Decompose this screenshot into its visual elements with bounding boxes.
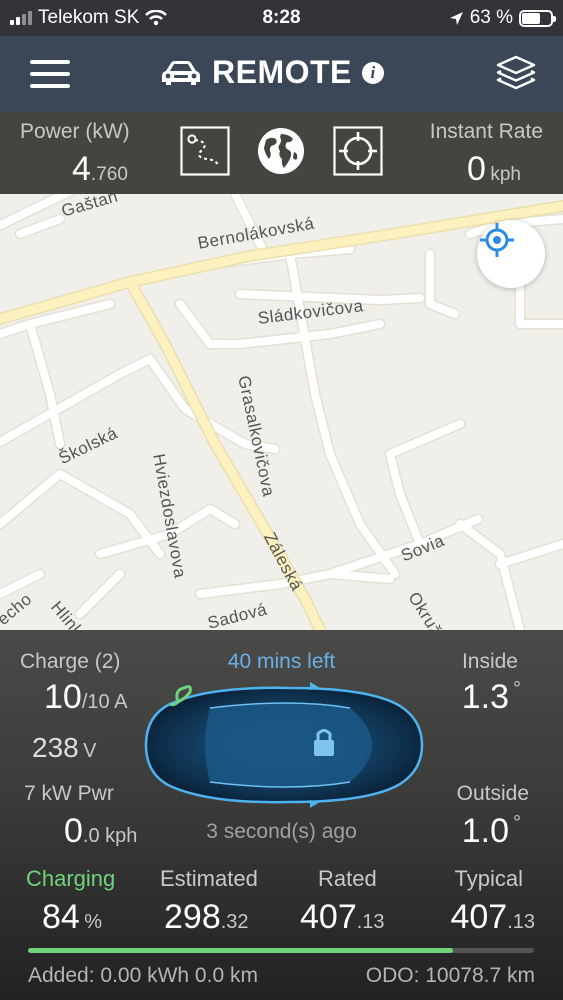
estimated-range: 298.32 [164, 898, 249, 937]
battery-percent: 63 % [469, 7, 513, 28]
rated-range: 407.13 [300, 898, 385, 937]
route-icon[interactable] [180, 126, 230, 176]
status-bar: Telekom SK 8:28 63 % [0, 0, 563, 36]
battery-icon [519, 9, 556, 27]
added-energy: Added: 0.00 kWh 0.0 km [28, 964, 258, 987]
menu-icon-bar [30, 72, 70, 76]
instant-rate-number: 0 [466, 150, 486, 188]
map-view[interactable]: Gaštan Bernolákovská Sládkovičova Grasal… [0, 194, 563, 630]
charge-amps-max: /10 A [81, 691, 128, 713]
power-label: Power (kW) [20, 120, 130, 143]
charging-label: Charging [26, 866, 116, 891]
globe-icon[interactable] [256, 126, 306, 176]
rated-dec: .13 [356, 911, 385, 933]
charge-amps: 10/10 A [44, 678, 127, 717]
inside-temp-value: 1.3 [461, 678, 509, 716]
top-info-row: Power (kW) 4.760 Instant Rate 0 kph [0, 112, 563, 194]
menu-icon-bar [30, 84, 70, 88]
charging-percent: 84 [42, 898, 80, 936]
typical-int: 407 [450, 898, 508, 936]
charge-progress-bar [28, 948, 534, 953]
instant-rate-block: Instant Rate 0 kph [429, 120, 543, 188]
menu-icon-bar [30, 60, 70, 64]
outside-temp-degree: ° [513, 812, 521, 834]
voltage: 238 V [32, 732, 97, 764]
instant-rate-unit: kph [490, 164, 521, 185]
menu-button[interactable] [30, 60, 70, 88]
charge-progress-fill [28, 948, 454, 953]
inside-temp: 1.3 ° [462, 678, 521, 717]
app-header: REMOTE i [0, 36, 563, 112]
info-icon[interactable]: i [361, 61, 384, 84]
voltage-value: 238 [32, 732, 79, 763]
rated-int: 407 [300, 898, 357, 936]
page-title: REMOTE [212, 54, 352, 90]
power-int: 4 [72, 150, 91, 188]
rated-label: Rated [318, 866, 377, 891]
inside-temp-label: Inside [461, 650, 518, 673]
crosshair-icon[interactable] [333, 126, 383, 176]
charging-value: 84 % [42, 898, 102, 937]
estimated-label: Estimated [160, 866, 258, 891]
estimated-dec: .32 [220, 911, 249, 933]
header-title-group: REMOTE i [160, 54, 384, 91]
crosshair-icon [480, 223, 514, 257]
instant-rate-label: Instant Rate [429, 120, 543, 143]
odometer: ODO: 10078.7 km [365, 964, 535, 987]
outside-temp-value: 1.0 [461, 812, 509, 850]
instant-rate-value: 0 kph [467, 150, 521, 189]
location-arrow-icon [449, 11, 463, 25]
locate-me-button[interactable] [477, 220, 545, 288]
pwr-label: 7 kW Pwr [24, 782, 114, 805]
charging-unit: % [84, 911, 103, 933]
typical-range: 407.13 [450, 898, 535, 937]
charge-amps-value: 10 [44, 678, 82, 716]
status-right: 63 % [449, 7, 556, 29]
power-dec: .760 [90, 164, 128, 185]
layers-icon[interactable] [495, 54, 537, 94]
car-icon [144, 682, 424, 808]
voltage-unit: V [83, 740, 97, 762]
vehicle-status-panel: Charge (2) 10/10 A 238 V 7 kW Pwr 0.0 kp… [0, 630, 563, 1000]
estimated-int: 298 [164, 898, 221, 936]
typical-label: Typical [454, 866, 523, 891]
car-icon [162, 60, 200, 85]
outside-temp: 1.0 ° [462, 812, 521, 851]
inside-temp-degree: ° [513, 678, 521, 700]
typical-dec: .13 [507, 911, 535, 933]
power-value: 4.760 [72, 150, 128, 189]
outside-temp-label: Outside [456, 782, 529, 805]
power-block: Power (kW) 4.760 [20, 120, 130, 188]
